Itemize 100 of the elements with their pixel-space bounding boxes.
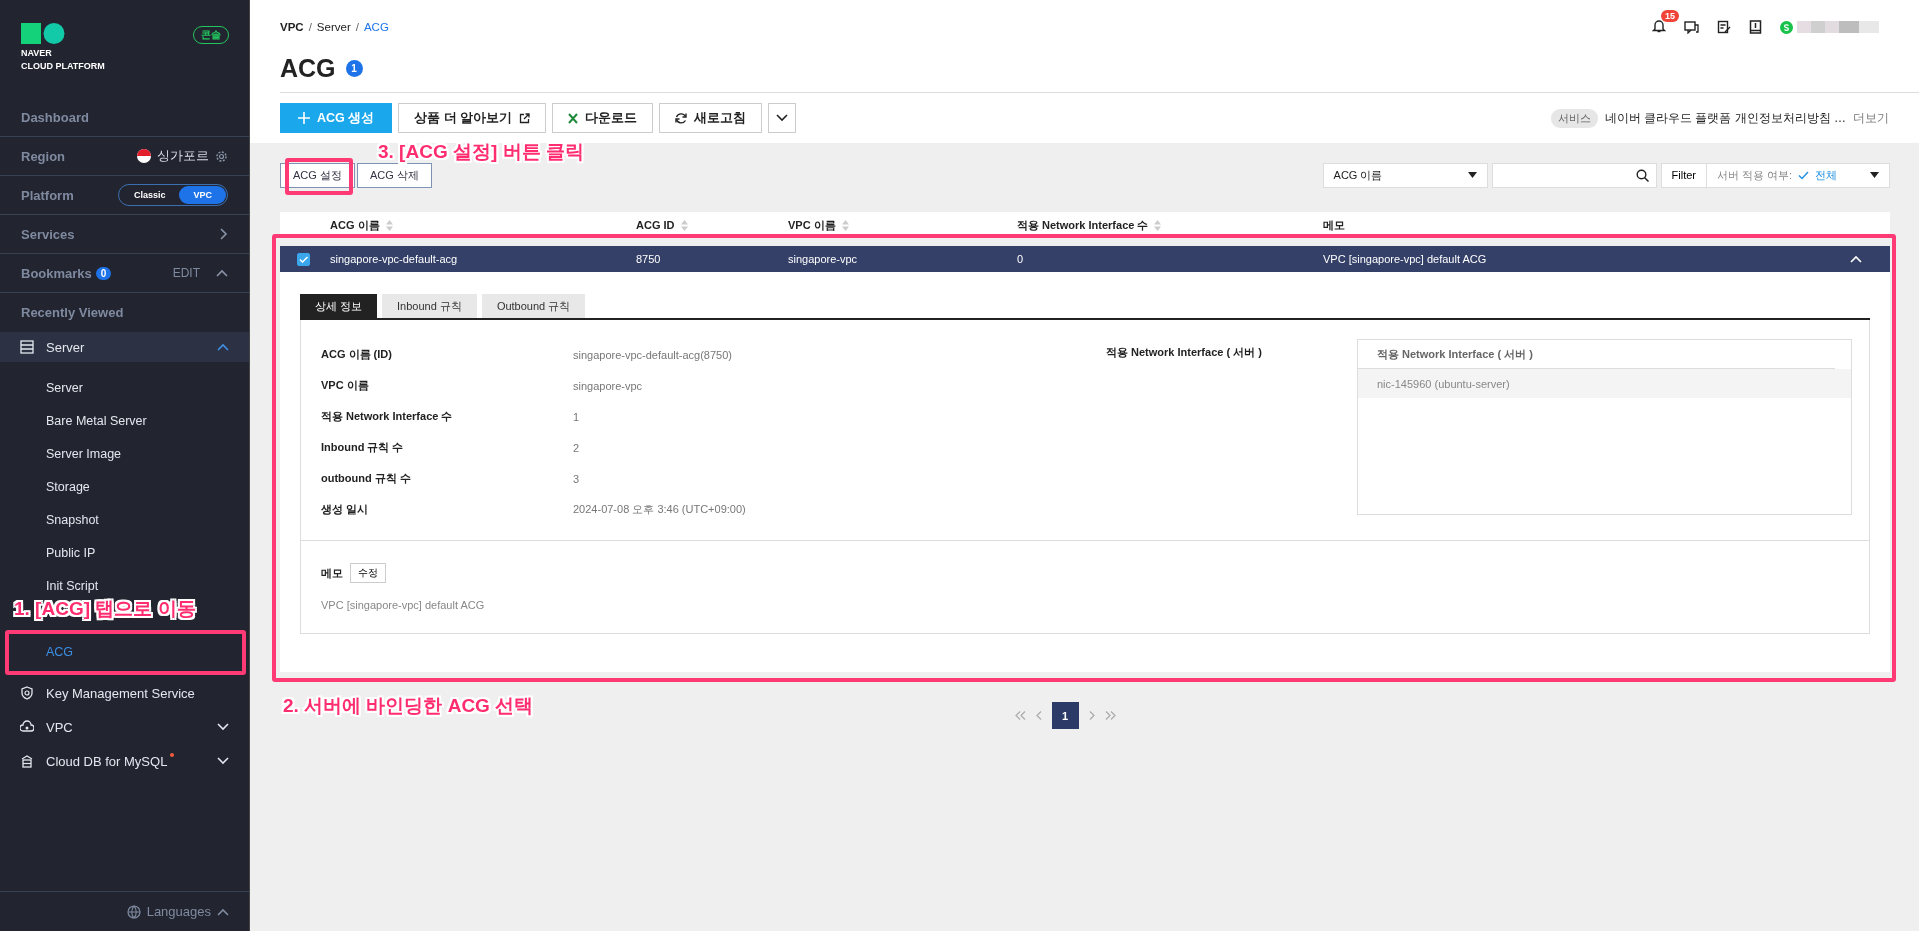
- search-field[interactable]: [1491, 162, 1657, 188]
- submenu-item[interactable]: Server Image: [0, 437, 249, 470]
- column-header[interactable]: ACG 이름: [330, 217, 636, 233]
- field-label: ACG 이름 (ID): [321, 347, 393, 362]
- page-button[interactable]: 1: [1051, 702, 1079, 729]
- table-cell-text: 0: [1017, 253, 1025, 265]
- menu-label[interactable]: Services: [21, 226, 75, 242]
- platform-option[interactable]: VPC: [179, 186, 226, 204]
- logo-text: CLOUD PLATFORM: [21, 61, 105, 71]
- page-title: ACG: [280, 54, 336, 83]
- chevron-down-icon: [776, 114, 789, 122]
- download-button[interactable]: 다운로드: [552, 103, 654, 133]
- select-value: ACG 이름: [1333, 167, 1383, 183]
- field-label: 생성 일시: [321, 502, 370, 517]
- globe-icon: [126, 904, 141, 919]
- more-link[interactable]: 더보기: [1853, 109, 1889, 127]
- breadcrumb-link[interactable]: VPC: [280, 21, 304, 33]
- menu-label[interactable]: Dashboard: [21, 109, 89, 125]
- notice-tag: 서비스: [1550, 108, 1598, 128]
- chevron-down-icon: [217, 723, 229, 731]
- field-value: 2: [573, 441, 580, 454]
- book-icon[interactable]: [1749, 20, 1762, 34]
- breadcrumb-separator: /: [355, 21, 359, 33]
- field-label: outbound 규칙 수: [321, 471, 412, 486]
- edit-button[interactable]: 수정: [350, 563, 386, 583]
- field-value: singapore-vpc-default-acg(8750): [573, 348, 732, 361]
- table-row[interactable]: singapore-vpc-default-acg 8750 singapore-vpc 0 VPC [singapore-vpc] default ACG: [280, 246, 1890, 272]
- count-badge: 0: [95, 266, 112, 280]
- column-header[interactable]: ACG ID: [636, 219, 788, 231]
- column-header[interactable]: 메모: [1323, 217, 1850, 233]
- search-type-select[interactable]: ACG 이름: [1322, 162, 1488, 188]
- tab[interactable]: Inbound 규칙: [382, 294, 477, 318]
- table-cell-text: singapore-vpc: [788, 253, 859, 265]
- section-label: Recently Viewed: [21, 305, 124, 320]
- edit-link[interactable]: EDIT: [172, 266, 200, 280]
- submenu-item[interactable]: Snapshot: [0, 503, 249, 536]
- excel-icon: [568, 112, 579, 124]
- annotation-text: 2. 서버에 바인딩한 ACG 선택: [283, 694, 534, 718]
- count-badge: 1: [345, 60, 363, 77]
- notification-badge: 15: [1661, 10, 1679, 22]
- checkbox[interactable]: [297, 252, 310, 266]
- refresh-button[interactable]: 새로고침: [659, 103, 763, 133]
- field-label: VPC 이름: [321, 378, 370, 393]
- memo-icon[interactable]: [1717, 20, 1731, 34]
- gear-icon[interactable]: [215, 149, 228, 163]
- field-label: 적용 Network Interface ( 서버 ): [1106, 345, 1263, 360]
- learn-more-button[interactable]: 상품 더 알아보기: [398, 103, 547, 133]
- logo-icon: [21, 23, 66, 45]
- external-link-icon: [519, 112, 531, 124]
- column-header[interactable]: VPC 이름: [788, 217, 1017, 233]
- region-label: Region: [21, 148, 66, 164]
- menu-item[interactable]: Server: [0, 332, 249, 362]
- submenu-item[interactable]: Storage: [0, 470, 249, 503]
- bookmarks-label: Bookmarks: [21, 265, 92, 281]
- annotation-text: 1. [ACG] 탭으로 이동: [14, 597, 196, 621]
- check-icon: [299, 255, 308, 263]
- column-header[interactable]: 적용 Network Interface 수: [1017, 217, 1323, 233]
- languages-button[interactable]: Languages: [146, 904, 211, 919]
- server-icon: [20, 340, 34, 354]
- submenu-item[interactable]: Public IP: [0, 536, 249, 569]
- field-value: singapore-vpc: [573, 379, 643, 392]
- table-cell-text: VPC [singapore-vpc] default ACG: [1323, 253, 1488, 265]
- chevron-down-icon: [217, 757, 229, 765]
- submenu-item[interactable]: ACG: [0, 635, 249, 668]
- tab[interactable]: 상세 정보: [300, 294, 378, 318]
- chevron-up-icon: [217, 907, 229, 916]
- refresh-icon: [675, 112, 688, 124]
- menu-item[interactable]: Key Management Service: [0, 676, 249, 710]
- tab[interactable]: Outbound 규칙: [481, 294, 586, 318]
- menu-item[interactable]: VPC: [0, 710, 249, 744]
- submenu-item[interactable]: Bare Metal Server: [0, 404, 249, 437]
- annotation-text: 3. [ACG 설정] 버튼 클릭: [378, 140, 584, 164]
- caret-down-icon: [1467, 172, 1477, 178]
- user-status-icon: [1780, 20, 1793, 34]
- check-icon: [1798, 170, 1810, 180]
- dropdown-button[interactable]: [768, 103, 797, 133]
- table-cell-text: 8750: [636, 253, 662, 265]
- caret-down-icon: [1870, 172, 1879, 178]
- breadcrumb-separator: /: [308, 21, 312, 33]
- chevron-right-icon: [220, 228, 228, 240]
- action-button[interactable]: ACG 삭제: [356, 162, 432, 188]
- field-label: 적용 Network Interface 수: [321, 409, 454, 424]
- notice-link[interactable]: 네이버 클라우드 플랫폼 개인정보처리방침 …: [1604, 109, 1846, 127]
- logo-text: NAVER: [21, 48, 53, 58]
- submenu-item[interactable]: Server: [0, 371, 249, 404]
- chevron-up-icon: [217, 343, 229, 351]
- breadcrumb-link[interactable]: Server: [316, 21, 351, 33]
- menu-item[interactable]: Cloud DB for MySQL: [0, 744, 249, 778]
- chat-icon[interactable]: [1684, 20, 1699, 34]
- cloud-icon: [20, 720, 34, 734]
- platform-label: Platform: [21, 187, 74, 203]
- breadcrumb-link[interactable]: ACG: [363, 21, 389, 33]
- field-label: Inbound 규칙 수: [321, 440, 405, 455]
- bell-icon[interactable]: [1652, 18, 1666, 33]
- flag-icon: [137, 149, 151, 163]
- filter-label: 서버 적용 여부:: [1717, 167, 1793, 183]
- region-value: 싱가포르: [157, 147, 209, 165]
- filter-select[interactable]: 서버 적용 여부: 전체: [1707, 167, 1889, 183]
- memo-text: VPC [singapore-vpc] default ACG: [321, 599, 486, 611]
- platform-option[interactable]: Classic: [119, 186, 180, 204]
